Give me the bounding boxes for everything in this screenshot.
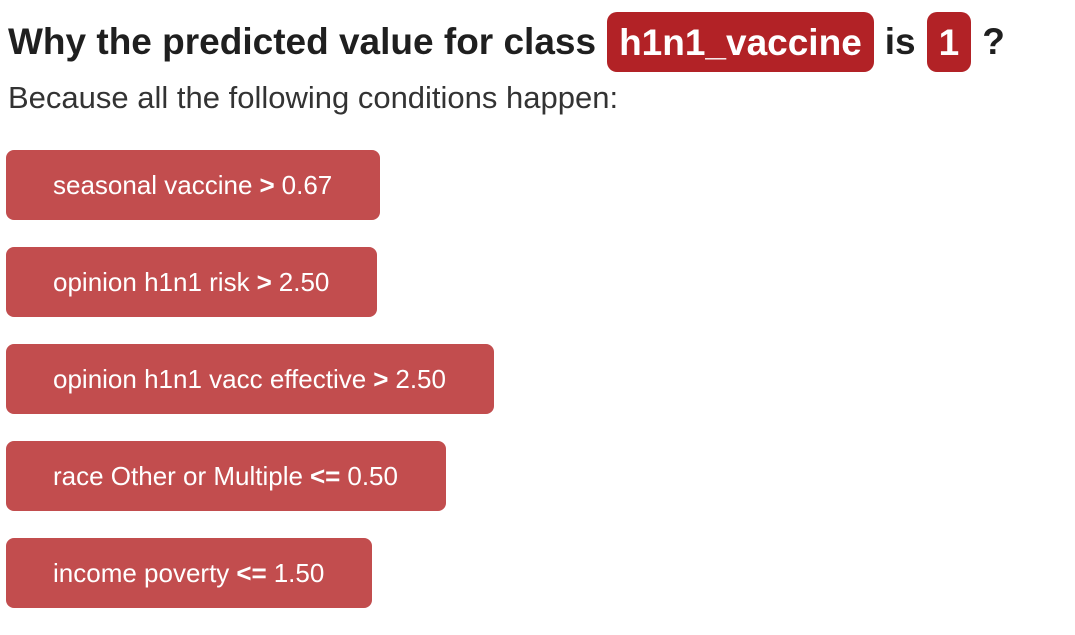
predicted-value-badge: 1 <box>926 12 972 72</box>
condition-item: seasonal vaccine > 0.67 <box>6 150 381 220</box>
condition-feature: race Other or Multiple <box>53 460 303 491</box>
condition-threshold: 2.50 <box>395 363 446 394</box>
condition-list: seasonal vaccine > 0.67 opinion h1n1 ris… <box>6 150 494 635</box>
condition-feature: income poverty <box>53 557 230 588</box>
condition-threshold: 0.67 <box>281 169 333 200</box>
condition-item: opinion h1n1 vacc effective > 2.50 <box>6 344 494 414</box>
condition-threshold: 1.50 <box>273 557 325 588</box>
condition-threshold: 2.50 <box>278 266 330 297</box>
condition-feature: opinion h1n1 risk <box>53 266 250 297</box>
condition-operator: <= <box>309 460 341 491</box>
condition-operator: > <box>256 266 272 297</box>
conditions-intro: Because all the following conditions hap… <box>8 80 619 115</box>
title-prefix: Why the predicted value for class <box>8 21 597 62</box>
condition-operator: <= <box>236 557 267 588</box>
class-name-badge: h1n1_vaccine <box>607 12 874 72</box>
condition-item: income poverty <= 1.50 <box>6 538 373 608</box>
explanation-title: Why the predicted value for class h1n1_v… <box>8 10 1005 74</box>
condition-threshold: 0.50 <box>347 460 398 491</box>
condition-item: opinion h1n1 risk > 2.50 <box>6 247 378 317</box>
condition-item: race Other or Multiple <= 0.50 <box>6 441 446 511</box>
condition-operator: > <box>373 363 389 394</box>
condition-operator: > <box>259 169 275 200</box>
title-suffix: ? <box>982 21 1005 62</box>
condition-feature: opinion h1n1 vacc effective <box>53 363 367 394</box>
title-middle: is <box>884 21 916 62</box>
condition-feature: seasonal vaccine <box>53 169 253 200</box>
